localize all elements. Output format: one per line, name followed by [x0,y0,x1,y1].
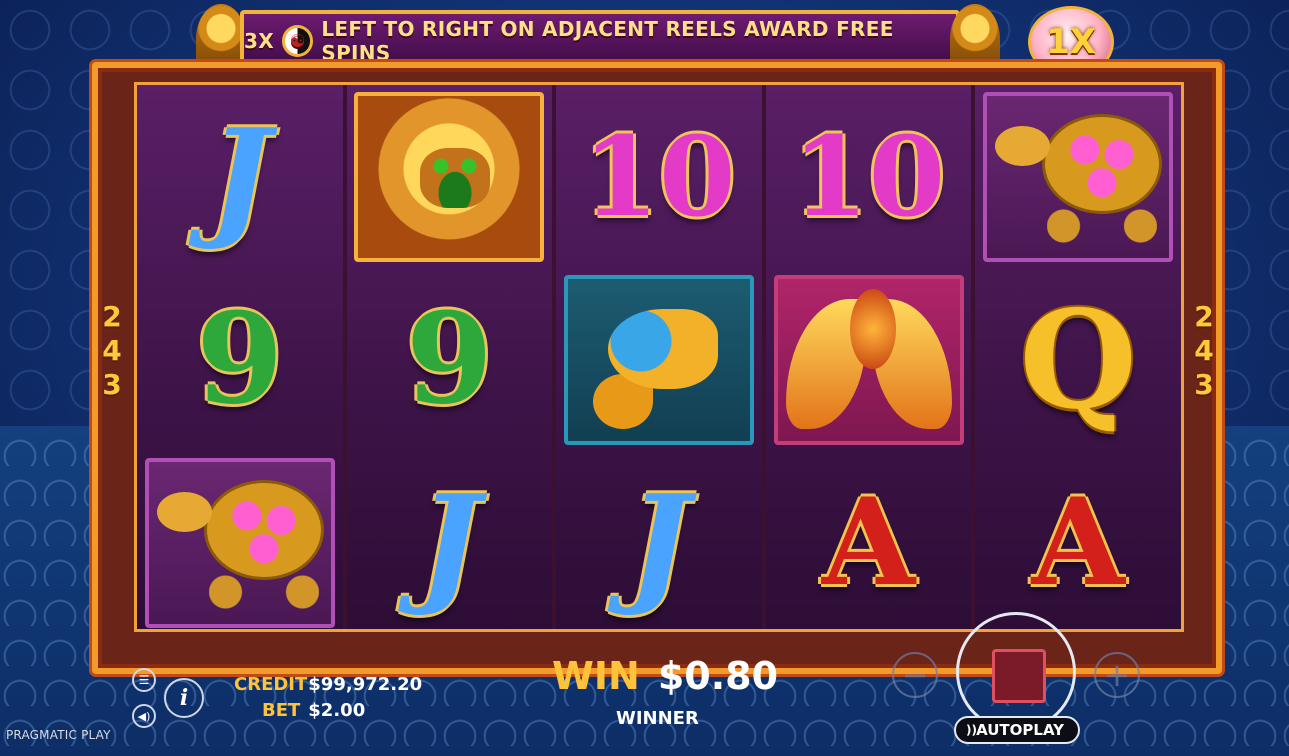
symbol-9: 9 [196,286,284,432]
reel-cell [975,85,1181,268]
reel-cell: 10 [556,85,762,268]
ways-digit: 3 [102,368,122,401]
ways-digit: 2 [102,300,122,333]
reel-cell: 9 [137,268,343,451]
autoplay-label: AUTOPLAY [976,721,1064,739]
bet-plus-button[interactable]: + [1094,652,1140,698]
reel-1: J9 [137,85,343,629]
reel-cell: Q [975,268,1181,451]
symbol-a: A [1031,471,1125,613]
stop-icon [992,649,1046,703]
phoenix-symbol-icon [773,274,964,445]
symbol-j: J [628,465,690,619]
turtle-symbol-icon [983,91,1174,262]
ways-counter-left: 2 4 3 [98,300,126,402]
symbol-q: Q [1019,280,1137,439]
reel-cell: J [347,451,553,634]
menu-icon[interactable]: ☰ [132,668,156,692]
ways-digit: 3 [1194,368,1214,401]
ways-counter-right: 2 4 3 [1190,300,1218,402]
bet-value: $2.00 [308,700,366,721]
reels-grid: J9 9J 10 J 10 A QA [134,82,1184,632]
reel-cell [347,85,553,268]
win-display: WIN $0.80 [552,654,778,698]
ways-digit: 2 [1194,300,1214,333]
koi-fish-symbol-icon [563,274,754,445]
bet-label: BET [262,700,301,721]
reel-cell: A [766,451,972,634]
turtle-symbol-icon [144,457,335,628]
symbol-j: J [209,99,271,253]
autoplay-icon: )) [966,723,977,737]
reel-2: 9J [346,85,553,629]
brand-logo: PRAGMATIC PLAY [6,728,111,742]
bet-minus-button[interactable]: − [892,652,938,698]
symbol-10: 10 [582,111,736,241]
reel-cell: A [975,451,1181,634]
win-value: $0.80 [657,654,779,698]
info-button[interactable]: i [164,678,204,718]
reel-3: 10 J [556,85,762,629]
reel-cell [556,268,762,451]
reel-cell: J [556,451,762,634]
bet-display: BET $2.00 [234,700,365,721]
symbol-9: 9 [405,286,493,432]
sound-icon[interactable]: ◀) [132,704,156,728]
banner-prefix: 3X [244,29,274,53]
symbol-j: J [418,465,481,619]
reel-cell: 10 [766,85,972,268]
symbol-10: 10 [792,111,946,241]
autoplay-button[interactable]: )) AUTOPLAY [954,716,1080,744]
ways-digit: 4 [102,334,122,367]
winner-text: WINNER [616,708,699,729]
reel-cell: J [137,85,343,268]
reel-5: QA [975,85,1181,629]
ways-digit: 4 [1194,334,1214,367]
reel-cell [137,451,343,634]
credit-display: CREDIT $99,972.20 [234,674,422,695]
credit-label: CREDIT [234,674,308,695]
banner-text: LEFT TO RIGHT ON ADJACENT REELS AWARD FR… [321,17,894,65]
symbol-a: A [822,471,916,613]
win-label: WIN [552,654,640,698]
reel-4: 10 A [765,85,972,629]
spin-button[interactable] [956,612,1076,732]
reel-cell [766,268,972,451]
credit-value: $99,972.20 [308,674,423,695]
yin-yang-icon: ☯ [281,25,314,57]
reel-cell: 9 [347,268,553,451]
lion-symbol-icon [354,91,545,262]
